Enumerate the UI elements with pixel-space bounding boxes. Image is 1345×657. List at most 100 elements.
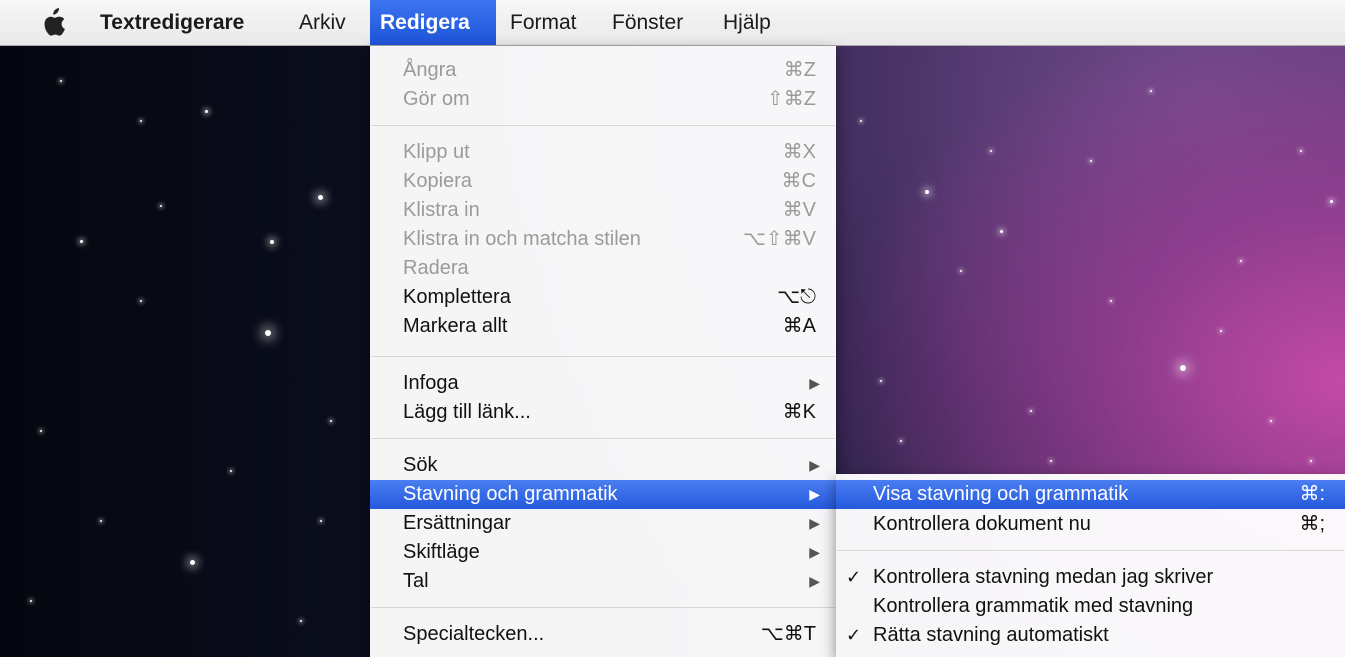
menu-item-gör-om[interactable]: Gör om ⇧⌘Z	[370, 85, 836, 114]
menu-item-ångra[interactable]: Ångra ⌘Z	[370, 56, 836, 85]
menu-item-shortcut: ⌘;	[1299, 513, 1325, 535]
menu-item-tal[interactable]: Tal ▶	[370, 567, 836, 596]
star	[300, 620, 302, 622]
checkmark-icon: ✓	[846, 567, 862, 587]
menu-item-shortcut: ⌘A	[782, 315, 816, 337]
star	[205, 110, 208, 113]
submenu-item-visa-stavning-och-grammatik[interactable]: Visa stavning och grammatik ⌘:	[836, 480, 1345, 509]
menu-item-label: Gör om	[403, 88, 470, 110]
menu-item-klistra-in[interactable]: Klistra in ⌘V	[370, 196, 836, 225]
submenu-arrow-icon: ▶	[809, 544, 820, 560]
menu-bar: Textredigerare Arkiv Redigera Format Fön…	[0, 0, 1345, 46]
star	[60, 80, 62, 82]
menu-item-skiftläge[interactable]: Skiftläge ▶	[370, 538, 836, 567]
submenu-arrow-icon: ▶	[809, 573, 820, 589]
star	[30, 600, 32, 602]
menu-item-label: Stavning och grammatik	[403, 483, 618, 505]
star	[140, 300, 142, 302]
submenu-arrow-icon: ▶	[809, 486, 820, 502]
menu-item-label: Kontrollera grammatik med stavning	[873, 595, 1194, 617]
star	[1030, 410, 1032, 412]
menu-item-komplettera[interactable]: Komplettera ⌥⎋	[370, 283, 836, 312]
submenu-arrow-icon: ▶	[809, 515, 820, 531]
menubar-item-fonster[interactable]: Fönster	[602, 0, 693, 45]
star	[860, 120, 862, 122]
spelling-submenu: Visa stavning och grammatik ⌘: Kontrollera…	[836, 474, 1345, 657]
menu-item-shortcut: ⌥⎋	[777, 286, 816, 308]
menu-separator	[371, 438, 835, 439]
menu-item-ersättningar[interactable]: Ersättningar ▶	[370, 509, 836, 538]
star	[80, 240, 83, 243]
menu-separator	[371, 125, 835, 126]
menu-item-shortcut: ⌘C	[781, 170, 816, 192]
star	[1180, 365, 1186, 371]
star	[270, 240, 274, 244]
star	[1270, 420, 1272, 422]
star	[990, 150, 992, 152]
menu-item-label: Infoga	[403, 372, 459, 394]
menu-item-label: Skiftläge	[403, 541, 480, 563]
star	[1240, 260, 1242, 262]
edit-menu: Ångra ⌘Z Gör om ⇧⌘Z Klipp ut ⌘X Kopiera ⌘C Klist…	[370, 46, 836, 657]
menu-item-shortcut: ⌘K	[782, 401, 816, 423]
submenu-item-kontrollera-dokument-nu[interactable]: Kontrollera dokument nu ⌘;	[836, 510, 1345, 539]
star	[1330, 200, 1333, 203]
submenu-item-rätta-stavning-automatiskt[interactable]: Rätta stavning automatiskt ✓	[836, 621, 1345, 650]
menubar-app-name[interactable]: Textredigerare	[90, 0, 254, 45]
star	[925, 190, 929, 194]
menu-item-label: Kontrollera dokument nu	[873, 513, 1091, 535]
menu-separator	[371, 607, 835, 608]
menu-item-label: Radera	[403, 257, 469, 279]
submenu-item-kontrollera-grammatik-med-stavning[interactable]: Kontrollera grammatik med stavning	[836, 592, 1345, 621]
star	[1300, 150, 1302, 152]
apple-icon[interactable]	[40, 8, 66, 38]
menu-item-sök[interactable]: Sök ▶	[370, 451, 836, 480]
menu-item-kopiera[interactable]: Kopiera ⌘C	[370, 167, 836, 196]
star	[318, 195, 323, 200]
star	[160, 205, 162, 207]
menubar-item-redigera[interactable]: Redigera	[370, 0, 496, 45]
star	[1220, 330, 1222, 332]
menu-item-label: Specialtecken...	[403, 623, 545, 645]
menu-separator	[371, 356, 835, 357]
star	[1310, 460, 1312, 462]
star	[40, 430, 42, 432]
star	[1050, 460, 1052, 462]
menu-item-label: Ersättningar	[403, 512, 511, 534]
menu-item-label: Klipp ut	[403, 141, 470, 163]
menu-item-shortcut: ⌥⇧⌘V	[742, 228, 816, 250]
star	[1110, 300, 1112, 302]
menu-item-label: Rätta stavning automatiskt	[873, 624, 1109, 646]
menubar-item-hjalp[interactable]: Hjälp	[713, 0, 781, 45]
star	[190, 560, 195, 565]
menu-item-label: Kontrollera stavning medan jag skriver	[873, 566, 1214, 588]
menu-item-shortcut: ⌘V	[782, 199, 816, 221]
menu-item-label: Klistra in	[403, 199, 480, 221]
menu-item-klipp-ut[interactable]: Klipp ut ⌘X	[370, 138, 836, 167]
submenu-item-kontrollera-stavning-medan-jag-skriver[interactable]: Kontrollera stavning medan jag skriver ✓	[836, 563, 1345, 592]
menu-item-infoga[interactable]: Infoga ▶	[370, 369, 836, 398]
menu-item-shortcut: ⇧⌘Z	[767, 88, 816, 110]
menu-item-lägg-till-länk[interactable]: Lägg till länk... ⌘K	[370, 398, 836, 427]
menu-item-markera-allt[interactable]: Markera allt ⌘A	[370, 312, 836, 341]
star	[1150, 90, 1152, 92]
menu-item-shortcut: ⌘:	[1299, 483, 1325, 505]
menu-item-radera[interactable]: Radera	[370, 254, 836, 283]
star	[880, 380, 882, 382]
menu-item-label: Klistra in och matcha stilen	[403, 228, 641, 250]
menu-item-label: Sök	[403, 454, 438, 476]
star	[265, 330, 271, 336]
menu-item-label: Visa stavning och grammatik	[873, 483, 1129, 505]
menu-item-label: Tal	[403, 570, 429, 592]
menubar-item-arkiv[interactable]: Arkiv	[289, 0, 356, 45]
menu-item-shortcut: ⌥⌘T	[760, 623, 816, 645]
menu-item-stavning-och-grammatik[interactable]: Stavning och grammatik ▶	[370, 480, 836, 509]
menu-item-klistra-in-och-matcha-stilen[interactable]: Klistra in och matcha stilen ⌥⇧⌘V	[370, 225, 836, 254]
menu-item-shortcut: ⌘Z	[783, 59, 816, 81]
menu-separator	[837, 550, 1344, 551]
menu-item-specialtecken[interactable]: Specialtecken... ⌥⌘T	[370, 620, 836, 649]
star	[1090, 160, 1092, 162]
menu-item-label: Ångra	[403, 59, 457, 81]
checkmark-icon: ✓	[846, 625, 862, 645]
menubar-item-format[interactable]: Format	[500, 0, 587, 45]
